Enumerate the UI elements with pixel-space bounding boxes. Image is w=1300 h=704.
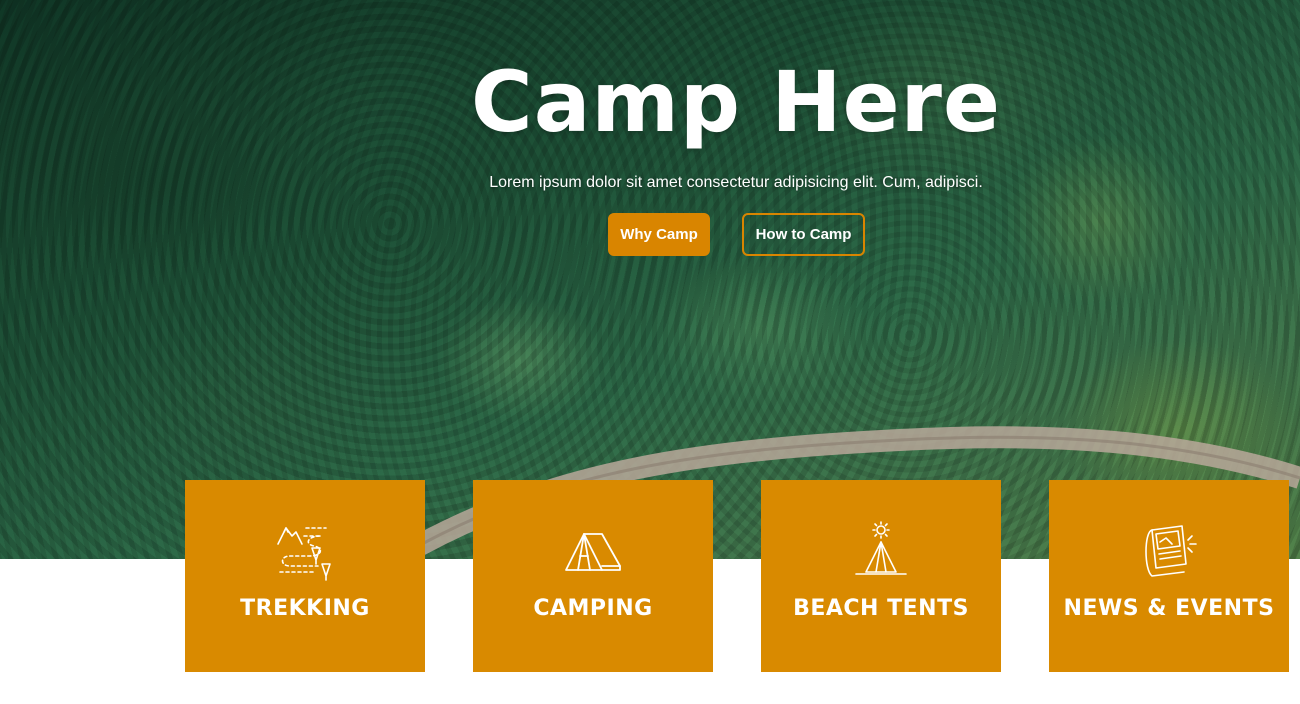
- hero-section: Camp Here Lorem ipsum dolor sit amet con…: [0, 0, 1300, 559]
- why-camp-button[interactable]: Why Camp: [608, 213, 710, 256]
- beach-tents-card[interactable]: BEACH TENTS: [761, 480, 1001, 672]
- news-events-card[interactable]: NEWS & EVENTS: [1049, 480, 1289, 672]
- card-label: TREKKING: [240, 596, 370, 621]
- trekking-card[interactable]: TREKKING: [185, 480, 425, 672]
- newspaper-icon: [1145, 525, 1197, 577]
- how-to-camp-button[interactable]: How to Camp: [742, 213, 865, 256]
- camping-card[interactable]: CAMPING: [473, 480, 713, 672]
- card-label: BEACH TENTS: [793, 596, 969, 621]
- card-label: NEWS & EVENTS: [1063, 596, 1275, 621]
- tent-icon: [565, 533, 621, 571]
- card-label: CAMPING: [533, 596, 653, 621]
- beach-tent-sun-icon: [855, 521, 907, 575]
- hero-subtitle: Lorem ipsum dolor sit amet consectetur a…: [489, 174, 983, 191]
- trekking-trail-icon: [277, 527, 331, 581]
- hero-title: Camp Here: [471, 53, 1001, 151]
